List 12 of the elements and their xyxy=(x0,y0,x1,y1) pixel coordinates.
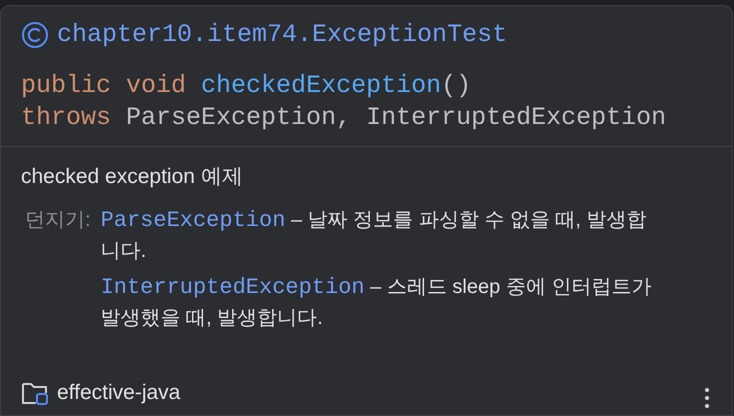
exception-link[interactable]: InterruptedException xyxy=(100,274,365,300)
exception-description: ParseException – 날짜 정보를 파싱할 수 없을 때, 발생합니다. xyxy=(100,206,648,264)
more-icon[interactable] xyxy=(704,387,710,409)
class-icon xyxy=(21,21,49,49)
code-line: public void checkedException() xyxy=(21,70,472,102)
class-name[interactable]: chapter10.item74.ExceptionTest xyxy=(57,16,508,54)
code-line: throws ParseException, InterruptedException xyxy=(21,102,666,134)
module-name: effective-java xyxy=(57,380,180,406)
description-text: checked exception 예제 xyxy=(21,164,243,190)
throws-label: 던지기: xyxy=(24,208,91,232)
exception-link[interactable]: ParseException xyxy=(100,208,286,232)
exception-description: InterruptedException – 스레드 sleep 중에 인터럽트가 발생했을 때, 발생합니다. xyxy=(100,274,652,330)
